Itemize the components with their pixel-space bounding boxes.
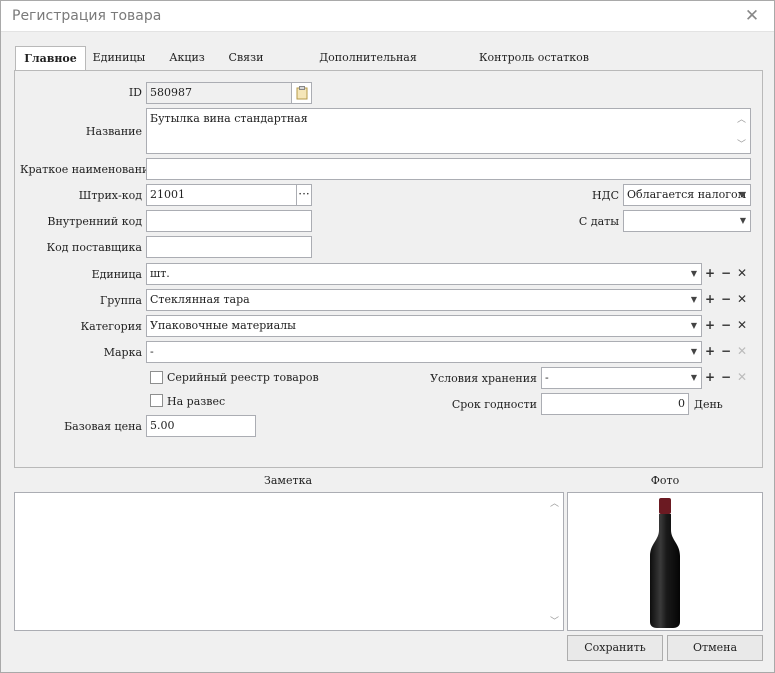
clear-group-x-icon[interactable]: ✕: [734, 289, 750, 311]
from-date-label: С даты: [578, 215, 619, 228]
save-button[interactable]: Сохранить: [567, 635, 663, 661]
scroll-up-icon[interactable]: ︿: [550, 496, 559, 509]
chevron-down-icon[interactable]: ▼: [736, 185, 750, 205]
short-name-label: Краткое наименование: [20, 163, 156, 176]
unit-select[interactable]: шт. ▼: [146, 263, 702, 285]
photo-box[interactable]: [567, 492, 763, 631]
storage-select[interactable]: - ▼: [541, 367, 702, 389]
shelf-life-unit: День: [694, 398, 723, 411]
id-label: ID: [128, 86, 142, 99]
bulk-label: На развес: [167, 395, 226, 408]
clear-brand-x-icon: ✕: [736, 344, 748, 358]
group-label: Группа: [99, 294, 142, 307]
remove-storage-minus-icon[interactable]: −: [718, 367, 734, 389]
base-price-input[interactable]: 5.00: [146, 415, 256, 437]
tab-stock-control[interactable]: Контроль остатков: [479, 46, 589, 71]
category-select[interactable]: Упаковочные материалы ▼: [146, 315, 702, 337]
window-title: Регистрация товара: [12, 8, 162, 24]
tab-excise[interactable]: Акциз: [162, 46, 212, 71]
from-date-select[interactable]: ▼: [623, 210, 751, 232]
name-value: Бутылка вина стандартная: [150, 112, 308, 125]
internal-code-input[interactable]: [146, 210, 312, 232]
scroll-down-icon[interactable]: ﹀: [550, 614, 559, 627]
clear-unit-x-icon[interactable]: ✕: [734, 263, 750, 285]
add-group-plus-icon[interactable]: +: [702, 289, 718, 311]
short-name-input[interactable]: [146, 158, 751, 180]
add-storage-plus-icon[interactable]: +: [702, 367, 718, 389]
brand-label: Марка: [103, 346, 142, 359]
chevron-down-icon[interactable]: ▼: [687, 342, 701, 362]
clear-storage-x-icon: ✕: [736, 370, 748, 384]
title-bar: Регистрация товара ✕: [1, 1, 774, 32]
brand-select[interactable]: - ▼: [146, 341, 702, 363]
chevron-down-icon[interactable]: ▼: [687, 316, 701, 336]
barcode-more-button[interactable]: ···: [296, 184, 312, 206]
chevron-down-icon[interactable]: ▼: [687, 368, 701, 388]
unit-value: шт.: [150, 267, 170, 280]
storage-value: -: [545, 371, 549, 384]
cancel-button[interactable]: Отмена: [667, 635, 763, 661]
supplier-code-label: Код поставщика: [46, 241, 142, 254]
tab-main[interactable]: Главное: [15, 46, 86, 72]
tab-links[interactable]: Связи: [221, 46, 271, 71]
add-category-plus-icon[interactable]: +: [702, 315, 718, 337]
add-brand-plus-icon[interactable]: +: [702, 341, 718, 363]
group-select[interactable]: Стеклянная тара ▼: [146, 289, 702, 311]
clipboard-icon[interactable]: [291, 82, 312, 104]
scroll-up-icon[interactable]: ︿: [737, 112, 746, 125]
photo-label: Фото: [650, 474, 680, 487]
barcode-input[interactable]: 21001: [146, 184, 297, 206]
chevron-down-icon[interactable]: ▼: [687, 264, 701, 284]
name-label: Название: [85, 125, 142, 138]
bulk-checkbox[interactable]: [150, 394, 163, 407]
note-textarea[interactable]: ︿ ﹀: [14, 492, 564, 631]
vat-label: НДС: [592, 189, 619, 202]
tab-additional-info[interactable]: Дополнительная информация: [283, 46, 453, 88]
scroll-down-icon[interactable]: ﹀: [737, 137, 746, 150]
name-scrollbar[interactable]: ︿ ﹀: [734, 110, 749, 152]
group-value: Стеклянная тара: [150, 293, 250, 306]
note-scrollbar[interactable]: ︿ ﹀: [547, 494, 562, 629]
tab-units[interactable]: Единицы: [89, 46, 149, 71]
chevron-down-icon[interactable]: ▼: [687, 290, 701, 310]
storage-label: Условия хранения: [430, 372, 537, 385]
remove-brand-minus-icon[interactable]: −: [718, 341, 734, 363]
barcode-label: Штрих-код: [78, 189, 142, 202]
category-label: Категория: [80, 320, 142, 333]
vat-select[interactable]: Облагается налогом ▼: [623, 184, 751, 206]
name-textarea[interactable]: Бутылка вина стандартная ︿ ﹀: [146, 108, 751, 154]
chevron-down-icon[interactable]: ▼: [736, 211, 750, 231]
serial-registry-checkbox[interactable]: [150, 371, 163, 384]
serial-registry-label: Серийный реестр товаров: [167, 371, 319, 384]
wine-bottle-image: [650, 498, 680, 628]
close-icon[interactable]: ✕: [743, 7, 761, 25]
note-label: Заметка: [264, 474, 312, 487]
internal-code-label: Внутренний код: [47, 215, 142, 228]
remove-unit-minus-icon[interactable]: −: [718, 263, 734, 285]
category-value: Упаковочные материалы: [150, 319, 296, 332]
supplier-code-input[interactable]: [146, 236, 312, 258]
brand-value: -: [150, 345, 154, 358]
remove-group-minus-icon[interactable]: −: [718, 289, 734, 311]
unit-label: Единица: [91, 268, 142, 281]
main-tab-panel: ID 580987 Название Бутылка вина стандарт…: [14, 70, 763, 468]
id-field: 580987: [146, 82, 292, 104]
shelf-life-input[interactable]: 0: [541, 393, 689, 415]
remove-category-minus-icon[interactable]: −: [718, 315, 734, 337]
add-unit-plus-icon[interactable]: +: [702, 263, 718, 285]
vat-value: Облагается налогом: [627, 188, 747, 201]
base-price-label: Базовая цена: [64, 420, 142, 433]
shelf-life-label: Срок годности: [451, 398, 537, 411]
clear-category-x-icon[interactable]: ✕: [734, 315, 750, 337]
note-value: [15, 493, 563, 499]
dialog-window: Регистрация товара ✕ Главное Единицы Акц…: [0, 0, 775, 673]
